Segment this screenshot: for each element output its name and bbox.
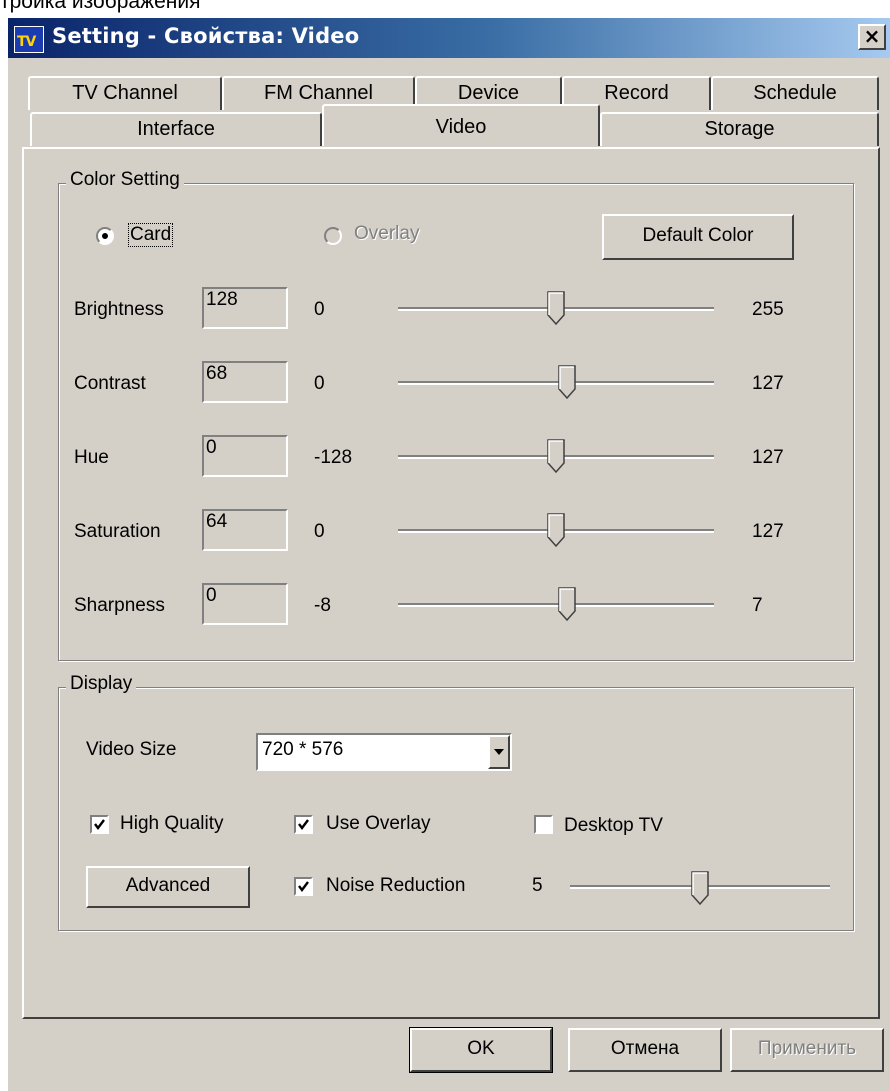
- hue-max-label: 127: [752, 447, 784, 468]
- close-button[interactable]: ×: [858, 24, 886, 50]
- contrast-max-label: 127: [752, 373, 784, 394]
- noise-reduction-label: Noise Reduction: [326, 875, 466, 896]
- video-size-value: 720 * 576: [262, 739, 344, 760]
- brightness-max-label: 255: [752, 299, 784, 320]
- sharpness-label: Sharpness: [74, 595, 165, 616]
- tv-app-icon: TV: [14, 26, 44, 53]
- sharpness-max-label: 7: [752, 595, 763, 616]
- chevron-down-icon[interactable]: [488, 735, 510, 769]
- card-radio[interactable]: [96, 227, 114, 245]
- default-color-button[interactable]: Default Color: [602, 214, 794, 260]
- high-quality-label: High Quality: [120, 813, 224, 834]
- overlay-radio[interactable]: [324, 227, 342, 245]
- cancel-button[interactable]: Отмена: [568, 1028, 722, 1072]
- contrast-slider-thumb[interactable]: [558, 365, 576, 400]
- hue-slider-thumb[interactable]: [547, 439, 565, 474]
- noise-reduction-value: 5: [532, 875, 543, 896]
- sharpness-value-field[interactable]: 0: [202, 583, 288, 625]
- noise-reduction-checkbox[interactable]: [294, 877, 313, 896]
- close-icon: ×: [863, 24, 881, 48]
- brightness-min-label: 0: [314, 299, 325, 320]
- ok-button[interactable]: OK: [409, 1027, 553, 1073]
- contrast-label: Contrast: [74, 373, 146, 394]
- video-size-dropdown[interactable]: 720 * 576: [256, 733, 512, 771]
- apply-button[interactable]: Применить: [730, 1028, 884, 1072]
- sharpness-min-label: -8: [314, 595, 331, 616]
- use-overlay-checkbox[interactable]: [294, 815, 313, 834]
- contrast-value-field[interactable]: 68: [202, 361, 288, 403]
- saturation-value-field[interactable]: 64: [202, 509, 288, 551]
- saturation-min-label: 0: [314, 521, 325, 542]
- brightness-label: Brightness: [74, 299, 164, 320]
- brightness-value-field[interactable]: 128: [202, 287, 288, 329]
- tab-video[interactable]: Video: [322, 104, 600, 146]
- video-tab-panel: Color Setting Card Overlay Default Color…: [22, 147, 880, 1019]
- tab-schedule[interactable]: Schedule: [711, 76, 879, 110]
- desktop-tv-checkbox[interactable]: [534, 815, 553, 834]
- card-label[interactable]: Card: [128, 223, 174, 247]
- contrast-slider-track: [398, 381, 714, 385]
- sharpness-slider-track: [398, 603, 714, 607]
- noise-reduction-slider-thumb[interactable]: [691, 871, 709, 906]
- tab-storage[interactable]: Storage: [600, 112, 879, 146]
- color-setting-label: Color Setting: [66, 169, 184, 191]
- hue-label: Hue: [74, 447, 109, 468]
- saturation-max-label: 127: [752, 521, 784, 542]
- high-quality-checkbox[interactable]: [90, 815, 109, 834]
- desktop-tv-label: Desktop TV: [564, 815, 663, 836]
- advanced-button[interactable]: Advanced: [86, 866, 250, 908]
- hue-value-field[interactable]: 0: [202, 435, 288, 477]
- video-size-label: Video Size: [86, 739, 177, 760]
- tab-interface[interactable]: Interface: [30, 112, 322, 146]
- display-label: Display: [66, 673, 137, 695]
- window-title: Setting - Свойства: Video: [52, 24, 360, 48]
- overlay-label: Overlay: [354, 223, 420, 244]
- sharpness-slider-thumb[interactable]: [558, 587, 576, 622]
- saturation-label: Saturation: [74, 521, 161, 542]
- hue-min-label: -128: [314, 447, 353, 468]
- contrast-min-label: 0: [314, 373, 325, 394]
- use-overlay-label: Use Overlay: [326, 813, 431, 834]
- tab-tv-channel[interactable]: TV Channel: [28, 76, 222, 110]
- brightness-slider-thumb[interactable]: [547, 291, 565, 326]
- saturation-slider-thumb[interactable]: [547, 513, 565, 548]
- page-caption: тройка изображения: [0, 0, 201, 13]
